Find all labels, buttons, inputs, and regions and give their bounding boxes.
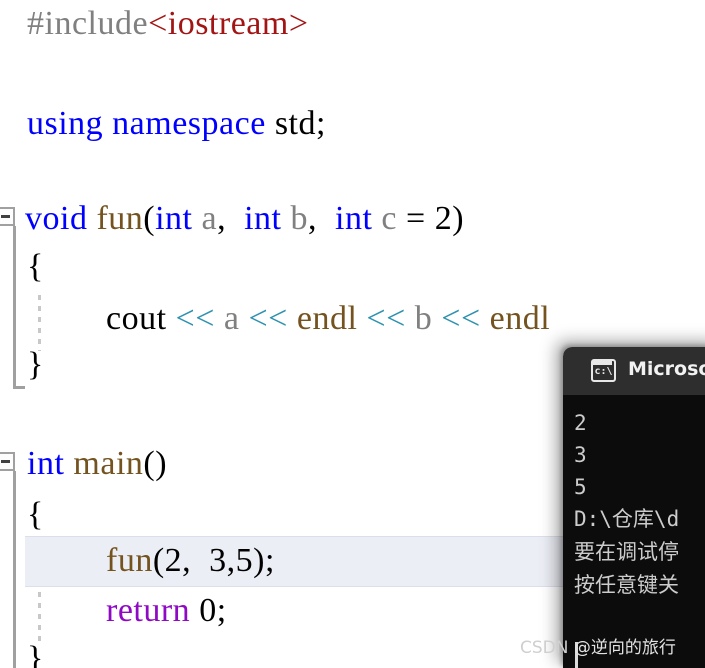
- console-output-line: 3: [574, 443, 587, 467]
- console-output-line: 要在调试停: [574, 540, 679, 564]
- code-token: int: [244, 200, 282, 237]
- code-token: (: [143, 200, 156, 237]
- code-token: {: [27, 496, 44, 533]
- watermark-user: @逆向的旅行: [573, 638, 676, 658]
- code-token: }: [27, 346, 44, 383]
- watermark: CSDN @逆向的旅行: [520, 633, 676, 658]
- code-line[interactable]: using namespace std;: [0, 93, 705, 155]
- code-token: fun: [106, 542, 153, 579]
- code-token: (): [143, 445, 168, 482]
- code-token: b: [414, 300, 433, 337]
- code-token: <<: [248, 300, 288, 337]
- code-token: c: [381, 200, 398, 237]
- code-line[interactable]: #include<iostream>: [0, 0, 705, 55]
- code-token: cout: [106, 300, 167, 337]
- code-token: fun: [96, 200, 144, 237]
- code-token: <<: [441, 300, 481, 337]
- console-title: Microsof: [628, 358, 705, 380]
- code-token: b: [290, 200, 309, 237]
- command-prompt-icon-glyph: c:\: [594, 366, 613, 377]
- code-token: a: [201, 200, 218, 237]
- code-token: return: [106, 592, 191, 629]
- code-token: {: [27, 248, 44, 285]
- console-output-line: 2: [574, 411, 587, 435]
- code-line-content: #include<iostream>: [27, 0, 309, 55]
- console-output-line: 5: [574, 475, 587, 499]
- code-line-content: }: [27, 628, 44, 668]
- watermark-site: CSDN: [520, 638, 569, 658]
- code-token: int: [27, 445, 65, 482]
- code-token: (2, 3,5);: [152, 542, 275, 579]
- code-token: endl: [296, 300, 358, 337]
- code-token: int: [155, 200, 193, 237]
- console-titlebar[interactable]: c:\ Microsof: [563, 347, 705, 395]
- code-token: main: [73, 445, 144, 482]
- code-token: void: [25, 200, 88, 237]
- code-token: #include: [27, 5, 149, 42]
- code-token: 0;: [190, 592, 227, 629]
- code-token: a: [223, 300, 240, 337]
- code-token: <<: [366, 300, 406, 337]
- console-output-area[interactable]: 2 3 5 D:\仓库\d 要在调试停 按任意键关: [563, 395, 705, 668]
- console-output-line: D:\仓库\d: [574, 507, 680, 531]
- code-token: <<: [175, 300, 215, 337]
- command-prompt-icon: c:\: [591, 359, 616, 382]
- code-token: using namespace: [27, 105, 266, 142]
- code-token: <iostream>: [148, 5, 309, 42]
- code-token: = 2): [397, 200, 465, 237]
- debug-console-window[interactable]: c:\ Microsof 2 3 5 D:\仓库\d 要在调试停 按任意键关: [563, 347, 705, 668]
- code-token: std;: [265, 105, 326, 142]
- code-token: ,: [308, 200, 336, 237]
- code-token: int: [335, 200, 373, 237]
- code-token: endl: [489, 300, 551, 337]
- console-output-line: 按任意键关: [574, 573, 679, 597]
- code-token: }: [27, 640, 44, 668]
- code-token: ,: [217, 200, 245, 237]
- code-line-content: using namespace std;: [27, 93, 326, 155]
